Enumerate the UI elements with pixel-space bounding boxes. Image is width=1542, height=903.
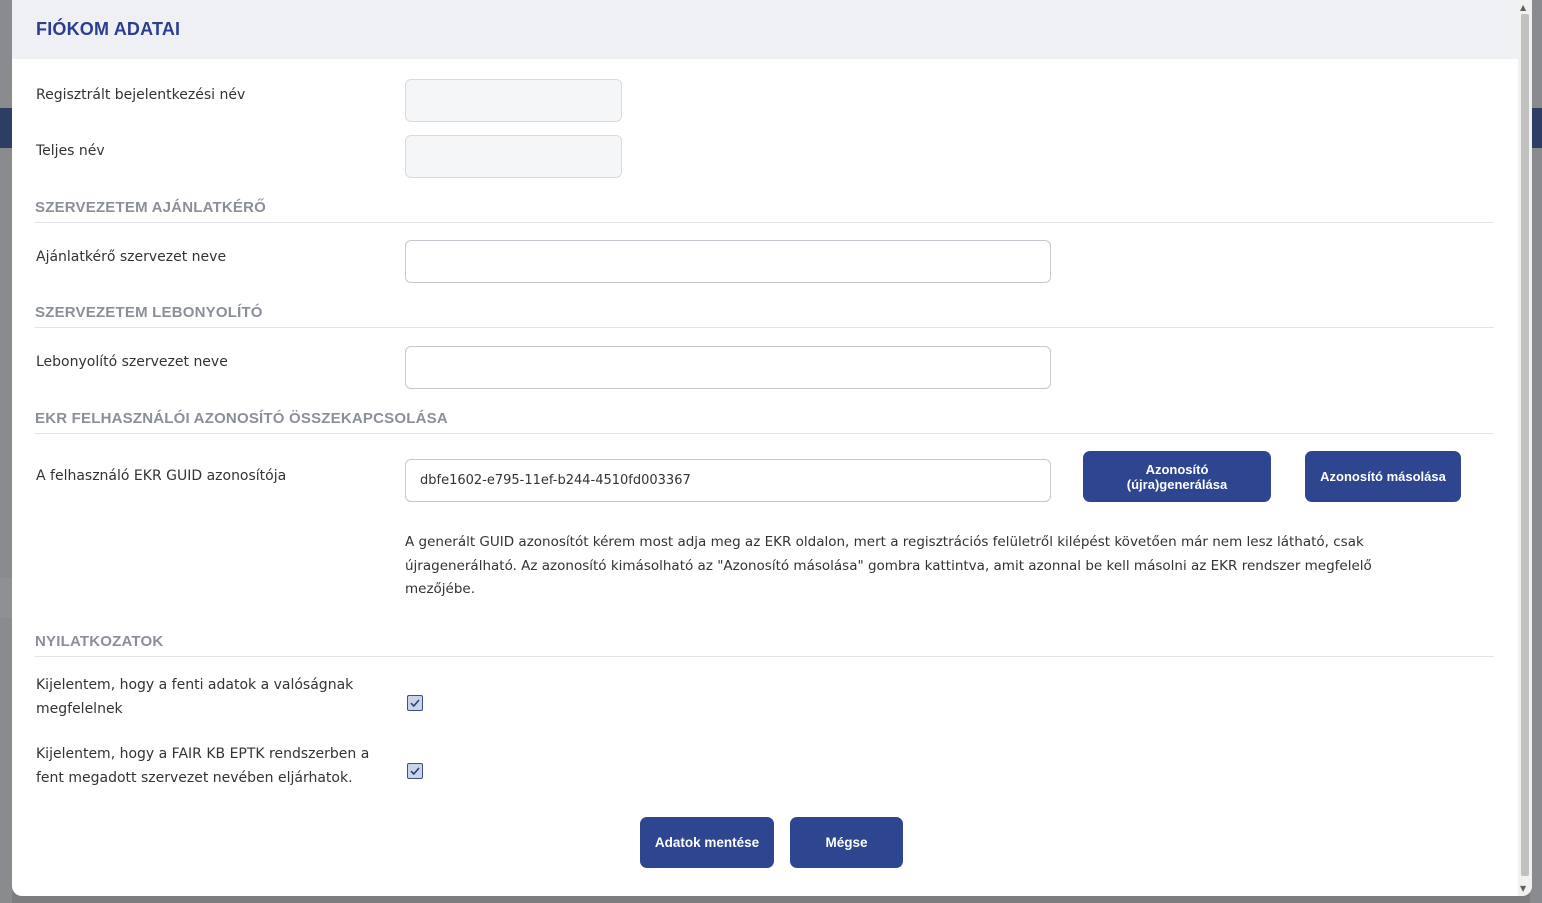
declaration-2-checkbox[interactable] xyxy=(407,763,423,779)
ekr-guid-input[interactable]: dbfe1602-e795-11ef-b244-4510fd003367 xyxy=(405,459,1051,502)
section-requester: SZERVEZETEM AJÁNLATKÉRŐ xyxy=(35,199,1494,223)
ekr-guid-label: A felhasználó EKR GUID azonosítója xyxy=(36,468,287,484)
declaration-1-line2: megfelelnek xyxy=(36,701,123,717)
checkmark-icon xyxy=(410,767,420,776)
regenerate-guid-label-line2: (újra)generálása xyxy=(1126,476,1228,492)
requester-org-label: Ajánlatkérő szervezet neve xyxy=(36,249,227,265)
account-modal: FIÓKOM ADATAI Regisztrált bejelentkezési… xyxy=(12,0,1532,896)
background-nav-left xyxy=(0,108,12,148)
scroll-thumb[interactable] xyxy=(1521,14,1529,876)
checkmark-icon xyxy=(410,699,420,708)
scroll-down-arrow-icon[interactable]: ▼ xyxy=(1520,884,1526,893)
save-button[interactable]: Adatok mentése xyxy=(640,817,774,868)
declaration-1-line1: Kijelentem, hogy a fenti adatok a valósá… xyxy=(36,677,354,693)
username-label: Regisztrált bejelentkezési név xyxy=(36,87,246,103)
section-declarations: NYILATKOZATOK xyxy=(35,633,1494,657)
regenerate-guid-button[interactable]: Azonosító (újra)generálása xyxy=(1083,451,1271,502)
modal-header: FIÓKOM ADATAI xyxy=(12,0,1518,59)
modal-scrollbar[interactable]: ▲ ▼ xyxy=(1518,0,1532,896)
modal-title: FIÓKOM ADATAI xyxy=(36,19,181,39)
section-organizer: SZERVEZETEM LEBONYOLÍTÓ xyxy=(35,304,1494,328)
regenerate-guid-label-line1: Azonosító xyxy=(1145,461,1209,477)
section-ekr: EKR FELHASZNÁLÓI AZONOSÍTÓ ÖSSZEKAPCSOLÁ… xyxy=(35,410,1494,434)
username-field[interactable] xyxy=(405,79,622,122)
declaration-2-line2: fent megadott szervezet nevében eljárhat… xyxy=(36,770,353,786)
scroll-up-arrow-icon[interactable]: ▲ xyxy=(1520,3,1526,12)
declaration-2-line1: Kijelentem, hogy a FAIR KB EPTK rendszer… xyxy=(36,746,370,762)
requester-org-input[interactable] xyxy=(405,240,1051,283)
organizer-org-input[interactable] xyxy=(405,346,1051,389)
fullname-field[interactable] xyxy=(405,135,622,178)
declaration-1-checkbox[interactable] xyxy=(407,695,423,711)
background-panel-left xyxy=(0,578,12,618)
fullname-label: Teljes név xyxy=(36,143,105,159)
guid-help-text: A generált GUID azonosítót kérem most ad… xyxy=(405,534,1372,597)
cancel-button[interactable]: Mégse xyxy=(790,817,903,868)
copy-guid-button[interactable]: Azonosító másolása xyxy=(1305,451,1461,502)
organizer-org-label: Lebonyolító szervezet neve xyxy=(36,354,228,370)
